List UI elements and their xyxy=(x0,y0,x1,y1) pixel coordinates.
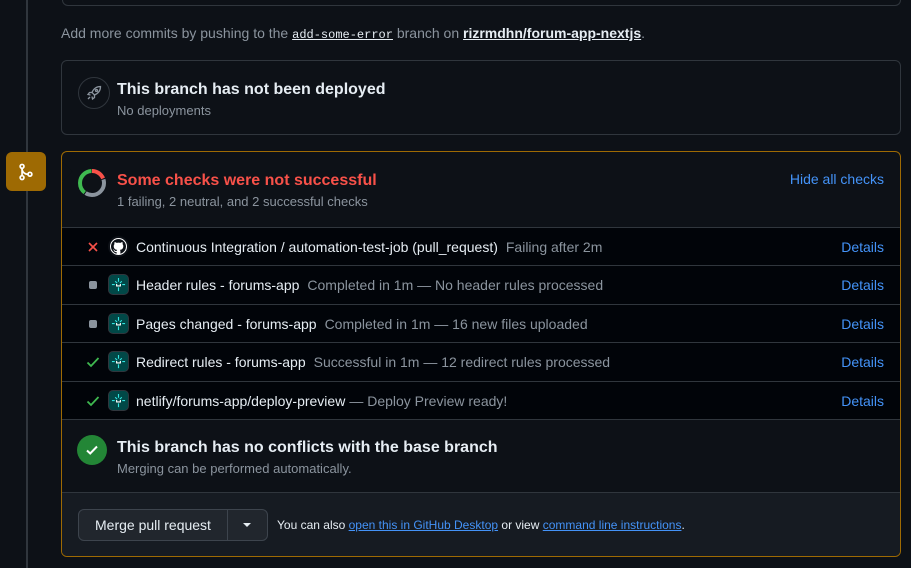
merge-box: Some checks were not successful 1 failin… xyxy=(61,151,901,557)
check-circle-icon xyxy=(77,435,107,465)
check-details-link[interactable]: Details xyxy=(841,316,884,332)
check-row: Redirect rules - forums-app Successful in… xyxy=(62,343,900,382)
check-row: netlify/forums-app/deploy-preview — Deplo… xyxy=(62,382,900,420)
alternatives-suffix: . xyxy=(681,518,685,532)
chevron-down-icon xyxy=(243,523,252,527)
open-in-desktop-link[interactable]: open this in GitHub Desktop xyxy=(349,518,498,532)
merge-method-dropdown[interactable] xyxy=(226,510,267,540)
also-prefix: You can also xyxy=(277,518,346,532)
or-view-text: or view xyxy=(501,518,540,532)
x-icon xyxy=(86,240,100,254)
check-description: — Deploy Preview ready! xyxy=(349,392,508,409)
check-name: Continuous Integration / automation-test… xyxy=(136,239,498,255)
github-icon xyxy=(108,236,129,257)
merge-alternatives: You can also open this in GitHub Desktop… xyxy=(277,518,685,532)
branch-name[interactable]: add-some-error xyxy=(292,28,393,42)
check-row: Continuous Integration / automation-test… xyxy=(62,228,900,267)
netlify-icon xyxy=(108,351,129,373)
check-details-link[interactable]: Details xyxy=(841,393,884,409)
check-name: Redirect rules - forums-app xyxy=(136,354,306,371)
check-name: netlify/forums-app/deploy-preview xyxy=(136,392,346,409)
check-description: Completed in 1m — 16 new files uploaded xyxy=(324,315,588,332)
hide-all-checks-button[interactable]: Hide all checks xyxy=(790,171,884,187)
conflicts-title: This branch has no conflicts with the ba… xyxy=(117,439,498,456)
check-text: netlify/forums-app/deploy-preview — Deplo… xyxy=(136,393,507,409)
check-list: Continuous Integration / automation-test… xyxy=(62,227,900,420)
check-details-link[interactable]: Details xyxy=(841,239,884,255)
checks-donut-icon xyxy=(78,169,106,197)
git-merge-icon xyxy=(6,152,46,191)
check-text: Pages changed - forums-app Completed in 1… xyxy=(136,316,588,332)
check-text: Redirect rules - forums-app Successful in… xyxy=(136,354,610,370)
deployment-subtitle: No deployments xyxy=(117,103,211,118)
merge-button-group: Merge pull request xyxy=(78,509,268,541)
rocket-icon xyxy=(78,77,110,109)
repo-link[interactable]: rizrmdhn/forum-app-nextjs xyxy=(463,25,641,41)
push-hint-middle: branch on xyxy=(396,25,460,41)
push-hint-suffix: . xyxy=(641,25,646,41)
merge-pull-request-button[interactable]: Merge pull request xyxy=(79,510,227,540)
check-text: Header rules - forums-app Completed in 1m… xyxy=(136,277,603,293)
previous-item-border xyxy=(62,0,901,6)
neutral-square-icon xyxy=(86,278,100,292)
checks-header: Some checks were not successful 1 failin… xyxy=(62,152,900,227)
neutral-square-icon xyxy=(86,317,100,331)
check-icon xyxy=(86,355,100,369)
check-name: Pages changed - forums-app xyxy=(136,315,317,332)
netlify-icon xyxy=(108,389,129,411)
check-description: Failing after 2m xyxy=(505,239,603,255)
conflicts-section: This branch has no conflicts with the ba… xyxy=(62,419,900,493)
checks-title: Some checks were not successful xyxy=(117,172,377,189)
check-details-link[interactable]: Details xyxy=(841,277,884,293)
checks-subtitle: 1 failing, 2 neutral, and 2 successful c… xyxy=(117,194,368,209)
check-text: Continuous Integration / automation-test… xyxy=(136,239,602,255)
merge-actions: Merge pull request You can also open thi… xyxy=(62,493,900,556)
deployment-title: This branch has not been deployed xyxy=(117,81,386,98)
command-line-instructions-link[interactable]: command line instructions xyxy=(543,518,682,532)
check-row: Header rules - forums-app Completed in 1m… xyxy=(62,266,900,305)
check-description: Successful in 1m — 12 redirect rules pro… xyxy=(313,354,611,371)
push-hint: Add more commits by pushing to the add-s… xyxy=(61,25,645,42)
check-details-link[interactable]: Details xyxy=(841,354,884,370)
netlify-icon xyxy=(108,274,129,296)
conflicts-subtitle: Merging can be performed automatically. xyxy=(117,461,352,476)
netlify-icon xyxy=(108,312,129,334)
check-description: Completed in 1m — No header rules proces… xyxy=(307,277,604,294)
check-name: Header rules - forums-app xyxy=(136,277,300,294)
timeline-line xyxy=(26,0,28,568)
check-icon xyxy=(86,394,100,408)
check-row: Pages changed - forums-app Completed in 1… xyxy=(62,305,900,344)
deployment-box: This branch has not been deployed No dep… xyxy=(61,60,901,135)
push-hint-prefix: Add more commits by pushing to the xyxy=(61,25,289,41)
